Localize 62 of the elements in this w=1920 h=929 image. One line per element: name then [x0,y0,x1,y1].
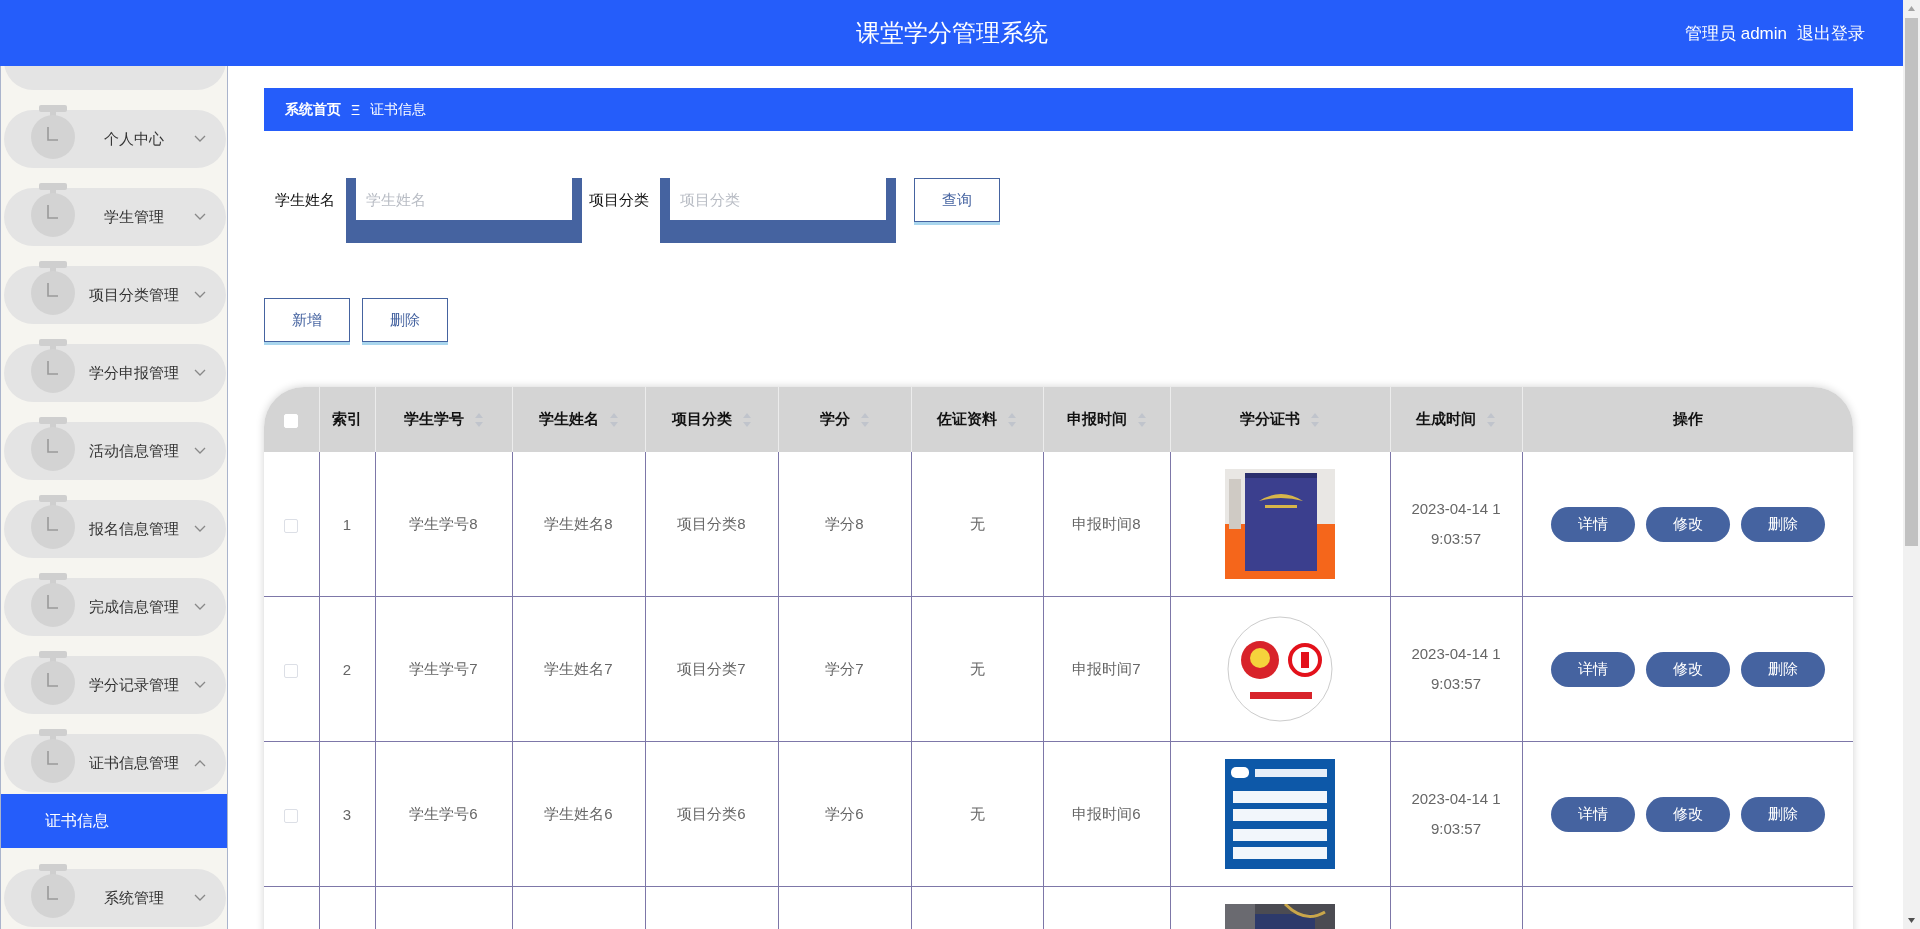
search-button[interactable]: 查询 [914,178,1000,222]
row-action-button[interactable]: 修改 [1645,651,1730,687]
row-action-button[interactable]: 详情 [1550,651,1635,687]
row-action-button[interactable]: 详情 [1550,796,1635,832]
row-checkbox[interactable] [284,663,299,678]
table-cell: 无 [969,804,985,822]
action-button[interactable]: 删除 [362,298,448,342]
action-button[interactable]: 新增 [264,298,350,342]
table-cell-text: 2023-04-14 19:03:57 [1410,644,1502,694]
row-action-button[interactable]: 修改 [1645,796,1730,832]
table-cell: 申报时间7 [1072,659,1141,677]
table-cell: 学生姓名6 [544,804,613,822]
column-header: 项目分类 [671,410,732,429]
column-header: 学分证书 [1240,410,1300,429]
column-header: 索引 [332,410,362,429]
field-label: 项目分类 [589,190,649,210]
row-action-button[interactable]: 详情 [1550,506,1635,542]
select-all-checkbox[interactable] [284,414,299,428]
table-cell-text: 2023-04-14 19:03:57 [1410,499,1502,549]
breadcrumb-separator: Ξ [351,101,361,118]
table-cell-text: 2023-04-14 19:03:57 [1410,789,1502,839]
table-cell: 学生姓名7 [544,659,613,677]
breadcrumb-current: 证书信息 [370,100,427,119]
field-label: 学生姓名 [275,190,335,210]
table-cell: 学生学号7 [409,659,478,677]
breadcrumb-link[interactable]: 系统首页 [285,100,341,119]
column-header: 佐证资料 [937,410,997,429]
table-cell: 申报时间8 [1072,514,1141,532]
scrollbar[interactable] [1903,0,1920,929]
row-action-button[interactable]: 删除 [1740,651,1825,687]
column-header: 学生姓名 [538,410,599,429]
table-cell: 3 [342,805,352,823]
row-checkbox[interactable] [284,808,299,823]
table-cell: 学生学号6 [409,804,478,822]
table-cell: 学生姓名8 [544,514,613,532]
app-title: 课堂学分管理系统 [855,18,1048,48]
table-cell: 无 [969,514,985,532]
table-cell: 学分7 [825,659,864,677]
row-checkbox[interactable] [284,518,299,533]
table-cell: 学分6 [825,804,864,822]
column-header: 生成时间 [1416,410,1476,429]
column-header: 操作 [1672,410,1703,429]
table-cell: 申报时间6 [1072,804,1141,822]
column-header: 申报时间 [1066,410,1127,429]
user-label: 管理员 admin [1684,22,1787,45]
table-cell: 无 [969,659,985,677]
table-cell: 项目分类8 [677,514,746,532]
table-cell: 学分8 [825,514,864,532]
column-header: 学分 [819,410,850,429]
column-header: 学生学号 [403,410,464,429]
row-action-button[interactable]: 删除 [1740,796,1825,832]
search-field[interactable]: 学生姓名 [346,178,582,243]
table-cell: 项目分类6 [677,804,746,822]
row-action-button[interactable]: 修改 [1645,506,1730,542]
logout-link[interactable]: 退出登录 [1797,21,1865,45]
table-cell: 2 [342,660,352,678]
row-action-button[interactable]: 删除 [1740,506,1825,542]
search-field[interactable]: 项目分类 [660,178,896,243]
submenu-item[interactable]: 证书信息 [1,794,227,848]
table-cell: 项目分类7 [677,659,746,677]
table-cell: 学生学号8 [409,514,478,532]
table-cell: 1 [342,515,352,533]
